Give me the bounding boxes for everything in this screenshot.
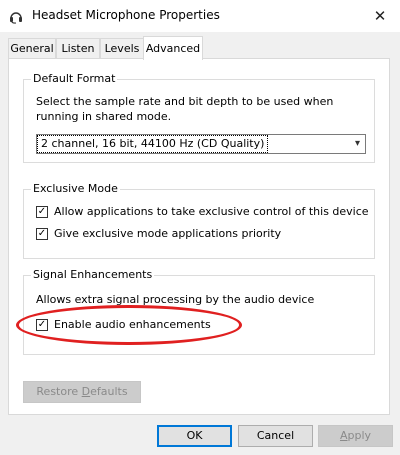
default-format-group: Default Format Select the sample rate an… <box>23 72 375 163</box>
close-icon[interactable]: ✕ <box>366 4 394 28</box>
exclusive-mode-title: Exclusive Mode <box>31 182 120 195</box>
exclusive-priority-label: Give exclusive mode applications priorit… <box>54 227 282 240</box>
exclusive-priority-checkbox[interactable]: ✓ <box>36 228 48 240</box>
advanced-panel: Default Format Select the sample rate an… <box>8 58 390 415</box>
microphone-icon <box>8 8 24 24</box>
restore-defaults-label-post: efaults <box>90 385 128 398</box>
title-bar: Headset Microphone Properties ✕ <box>0 0 400 32</box>
exclusive-control-label: Allow applications to take exclusive con… <box>54 205 369 218</box>
ok-button[interactable]: OK <box>157 425 232 447</box>
apply-label-post: pply <box>347 429 372 442</box>
tab-advanced[interactable]: Advanced <box>143 36 203 60</box>
chevron-down-icon[interactable]: ▾ <box>355 136 360 152</box>
cancel-button[interactable]: Cancel <box>238 425 313 447</box>
tab-general[interactable]: General <box>8 38 56 59</box>
apply-accelerator: A <box>339 429 348 442</box>
window-title: Headset Microphone Properties <box>32 8 220 22</box>
restore-defaults-label-pre: Restore <box>36 385 82 398</box>
tab-listen[interactable]: Listen <box>56 38 100 59</box>
restore-defaults-accelerator: D <box>81 385 91 398</box>
exclusive-control-checkbox[interactable]: ✓ <box>36 206 48 218</box>
enable-enhancements-label: Enable audio enhancements <box>54 318 211 331</box>
default-format-select[interactable]: 2 channel, 16 bit, 44100 Hz (CD Quality)… <box>36 134 366 154</box>
restore-defaults-button[interactable]: Restore Defaults <box>23 381 141 403</box>
signal-enhancements-description: Allows extra signal processing by the au… <box>36 293 315 306</box>
default-format-title: Default Format <box>31 72 118 85</box>
signal-enhancements-group: Signal Enhancements Allows extra signal … <box>23 268 375 355</box>
default-format-description: Select the sample rate and bit depth to … <box>36 95 334 123</box>
default-format-selected-value: 2 channel, 16 bit, 44100 Hz (CD Quality) <box>36 135 269 153</box>
tab-levels[interactable]: Levels <box>100 38 144 59</box>
enable-enhancements-checkbox[interactable]: ✓ <box>36 319 48 331</box>
signal-enhancements-title: Signal Enhancements <box>31 268 155 281</box>
apply-button[interactable]: Apply <box>318 425 393 447</box>
exclusive-mode-group: Exclusive Mode ✓ Allow applications to t… <box>23 182 375 259</box>
